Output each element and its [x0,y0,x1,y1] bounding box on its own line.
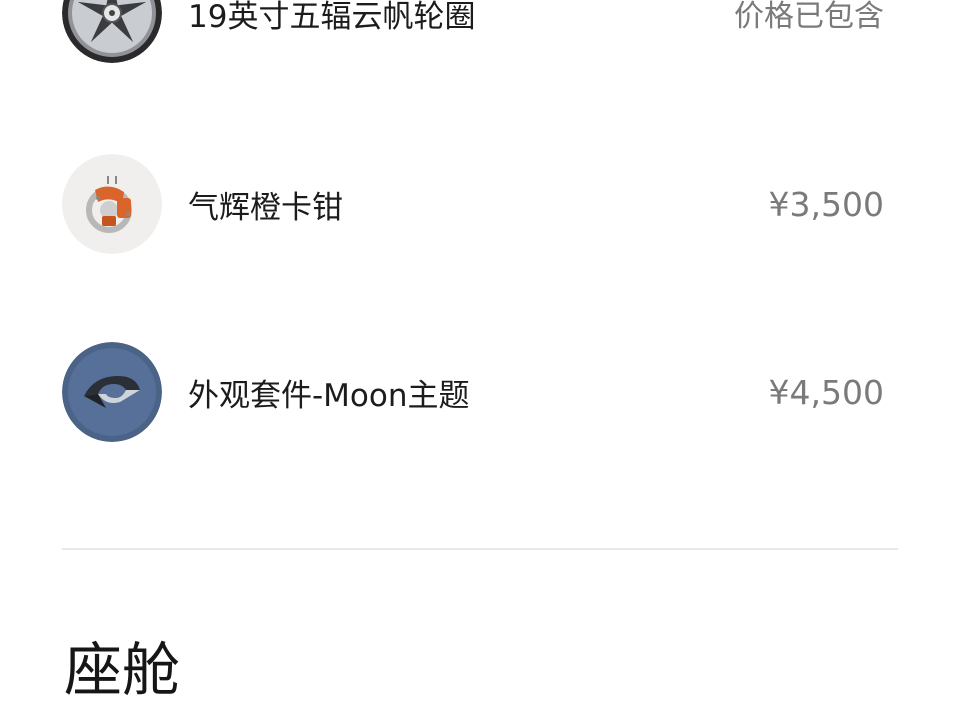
option-label-wheel: 19英寸五辐云帆轮圈 [188,0,476,35]
option-row-caliper[interactable]: 气辉橙卡钳 ¥3,500 [62,154,884,254]
brake-caliper-icon [62,154,162,254]
section-divider [62,548,898,550]
option-label-caliper: 气辉橙卡钳 [188,189,343,226]
option-price-moon-theme: ¥4,500 [768,372,884,412]
option-price-wheel: 价格已包含 [734,0,884,34]
option-label-moon-theme: 外观套件-Moon主题 [188,377,470,414]
wheel-icon [62,0,162,63]
option-row-wheel[interactable]: 19英寸五辐云帆轮圈 价格已包含 [62,0,884,63]
section-title-cabin: 座舱 [64,636,181,704]
option-row-moon-theme[interactable]: 外观套件-Moon主题 ¥4,500 [62,342,884,442]
option-price-caliper: ¥3,500 [768,184,884,224]
configurator-page: 19英寸五辐云帆轮圈 价格已包含 气辉橙卡钳 ¥3,500 外观套件-Moon主… [0,0,960,720]
moon-theme-badge-icon [62,342,162,442]
